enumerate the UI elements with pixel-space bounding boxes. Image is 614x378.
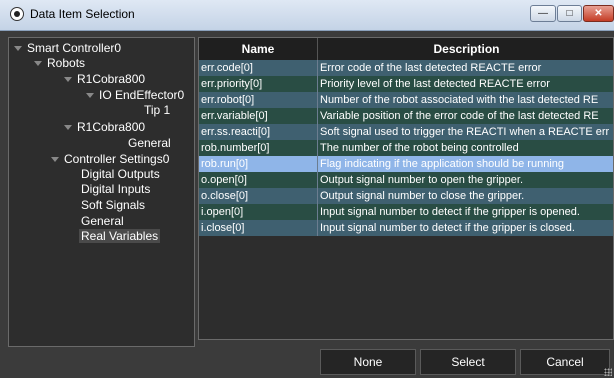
expand-arrow-icon[interactable] — [51, 157, 59, 162]
tree-node-label: Smart Controller0 — [27, 41, 122, 55]
cancel-button[interactable]: Cancel — [520, 349, 610, 375]
tree-node-label: Controller Settings0 — [64, 152, 170, 166]
app-icon — [10, 7, 24, 21]
cell-description: Variable position of the error code of t… — [320, 110, 599, 122]
tree-node-label: Digital Inputs — [81, 182, 151, 196]
cell-name: o.close[0] — [199, 188, 318, 204]
table-row[interactable]: rob.number[0] The number of the robot be… — [199, 140, 613, 156]
tree-node-digital-inputs[interactable]: Digital Inputs — [81, 182, 150, 196]
cell-description: Input signal number to detect if the gri… — [320, 222, 575, 234]
maximize-button[interactable]: □ — [557, 5, 582, 22]
tree-node-real-variables[interactable]: Real Variables — [79, 229, 161, 243]
cell-name: o.open[0] — [199, 172, 318, 188]
cell-description: Number of the robot associated with the … — [320, 94, 599, 106]
close-button[interactable]: ✕ — [583, 5, 614, 22]
tree-node-label: R1Cobra800 — [77, 120, 146, 134]
minimize-button[interactable]: — — [530, 5, 556, 22]
cell-description: Input signal number to detect if the gri… — [320, 206, 580, 218]
tree-node-label: Robots — [47, 56, 86, 70]
cell-description: Output signal number to close the grippe… — [320, 190, 525, 202]
cell-description: Priority level of the last detected REAC… — [320, 78, 550, 90]
cell-description: The number of the robot being controlled — [320, 142, 519, 154]
cell-description: Error code of the last detected REACTE e… — [320, 62, 542, 74]
tree-node-digital-outputs[interactable]: Digital Outputs — [81, 167, 160, 181]
column-header-description[interactable]: Description — [318, 38, 613, 60]
expand-arrow-icon[interactable] — [86, 93, 94, 98]
tree-node-label: Digital Outputs — [81, 167, 160, 181]
expand-arrow-icon[interactable] — [14, 46, 22, 51]
tree-node-r1cobra800[interactable]: R1Cobra800 — [64, 72, 145, 86]
cell-name: i.close[0] — [199, 220, 318, 236]
tree-node-general-settings[interactable]: General — [81, 214, 124, 228]
title-bar[interactable]: Data Item Selection — □ ✕ — [0, 0, 614, 31]
tree-node-label: R1Cobra800 — [77, 72, 146, 86]
cell-name: err.variable[0] — [199, 108, 318, 124]
cell-name: rob.number[0] — [199, 140, 318, 156]
tree-node-r1cobra800-second[interactable]: R1Cobra800 — [64, 120, 145, 134]
tree-view[interactable]: Smart Controller0 Robots R1Cobra800 IO E… — [8, 37, 195, 347]
table-row[interactable]: o.open[0] Output signal number to open t… — [199, 172, 613, 188]
none-button[interactable]: None — [320, 349, 416, 375]
tree-node-label: Tip 1 — [144, 103, 171, 117]
tree-node-smart-controller[interactable]: Smart Controller0 — [14, 41, 121, 55]
table-row[interactable]: err.priority[0] Priority level of the la… — [199, 76, 613, 92]
variables-table[interactable]: Name Description err.code[0] Error code … — [198, 37, 614, 340]
table-row[interactable]: i.close[0] Input signal number to detect… — [199, 220, 613, 236]
table-row[interactable]: err.robot[0] Number of the robot associa… — [199, 92, 613, 108]
tree-node-controller-settings[interactable]: Controller Settings0 — [51, 152, 169, 166]
cell-description: Output signal number to open the gripper… — [320, 174, 524, 186]
tree-node-label: General — [128, 136, 171, 150]
cell-name: err.robot[0] — [199, 92, 318, 108]
expand-arrow-icon[interactable] — [34, 61, 42, 66]
expand-arrow-icon[interactable] — [64, 125, 72, 130]
tree-node-robots[interactable]: Robots — [34, 56, 85, 70]
tree-node-label: General — [81, 214, 124, 228]
expand-arrow-icon[interactable] — [64, 77, 72, 82]
tree-node-label: Real Variables — [79, 229, 161, 243]
table-row[interactable]: err.code[0] Error code of the last detec… — [199, 60, 613, 76]
data-item-selection-dialog: Data Item Selection — □ ✕ Smart Controll… — [0, 0, 614, 378]
tree-node-tip-1[interactable]: Tip 1 — [144, 103, 170, 117]
window-title: Data Item Selection — [30, 7, 135, 21]
table-row[interactable]: i.open[0] Input signal number to detect … — [199, 204, 613, 220]
tree-node-soft-signals[interactable]: Soft Signals — [81, 198, 145, 212]
select-button[interactable]: Select — [420, 349, 516, 375]
tree-node-label: IO EndEffector0 — [99, 88, 185, 102]
column-header-name[interactable]: Name — [199, 38, 318, 60]
tree-node-general[interactable]: General — [128, 136, 171, 150]
table-row[interactable]: err.ss.reacti[0] Soft signal used to tri… — [199, 124, 613, 140]
tree-node-io-endeffector[interactable]: IO EndEffector0 — [86, 88, 184, 102]
cell-name: err.code[0] — [199, 60, 318, 76]
table-row-selected[interactable]: rob.run[0] Flag indicating if the applic… — [199, 156, 613, 172]
cell-name: err.priority[0] — [199, 76, 318, 92]
cell-description: Soft signal used to trigger the REACTI w… — [320, 126, 610, 138]
cell-description: Flag indicating if the application shoul… — [320, 158, 564, 170]
tree-node-label: Soft Signals — [81, 198, 146, 212]
table-row[interactable]: err.variable[0] Variable position of the… — [199, 108, 613, 124]
cell-name: err.ss.reacti[0] — [199, 124, 318, 140]
cell-name: i.open[0] — [199, 204, 318, 220]
table-row[interactable]: o.close[0] Output signal number to close… — [199, 188, 613, 204]
resize-grip-icon[interactable] — [604, 368, 612, 376]
cell-name: rob.run[0] — [199, 156, 318, 172]
